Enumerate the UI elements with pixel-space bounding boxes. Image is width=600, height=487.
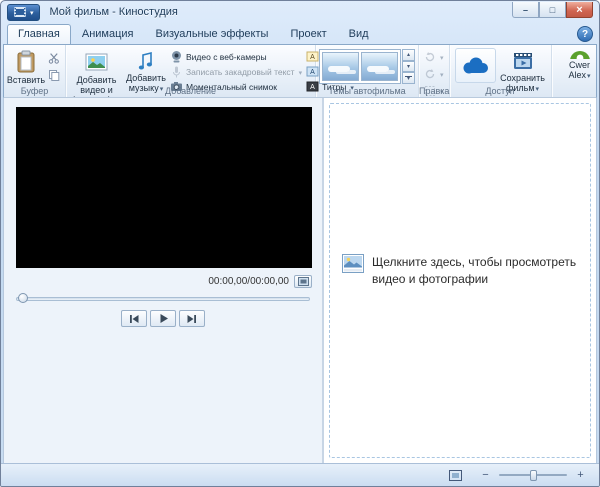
timecode: 00:00,00/00:00,00 (208, 276, 289, 287)
record-narration-button: Записать закадровый текст (168, 65, 304, 78)
fit-icon (449, 470, 462, 481)
add-music-button[interactable]: Добавить музыку (124, 47, 168, 84)
save-movie-button[interactable]: Сохранить фильм (498, 47, 548, 84)
titlebar: Мой фильм - Киностудия (1, 1, 599, 23)
fit-to-window-button[interactable] (447, 468, 464, 483)
app-menu-button[interactable] (7, 4, 40, 21)
clipboard-icon (16, 50, 36, 74)
tab-view[interactable]: Вид (338, 24, 380, 44)
webcam-icon (170, 50, 183, 63)
next-frame-button[interactable] (179, 310, 205, 327)
transport-controls (4, 310, 322, 327)
play-button[interactable] (150, 310, 176, 327)
seek-track (16, 297, 310, 301)
main-content: 00:00,00/00:00,00 (3, 98, 597, 463)
theme-thumbnail-2[interactable] (361, 52, 398, 81)
previous-frame-icon (128, 314, 140, 324)
dropdown-caret-icon (439, 69, 444, 79)
rotate-left-icon (424, 51, 436, 63)
ribbon-tab-row: Главная Анимация Визуальные эффекты Прое… (3, 23, 597, 44)
play-icon (158, 313, 169, 324)
svg-text:A: A (310, 69, 315, 76)
add-small-col-1: Видео с веб-камеры Записать закадровый т… (168, 47, 304, 84)
group-label-share: Доступ (450, 86, 551, 96)
theme-thumbnail-1[interactable] (322, 52, 359, 81)
gallery-scrollbar (402, 49, 415, 84)
svg-text:A: A (310, 54, 315, 61)
zoom-thumb[interactable] (530, 470, 537, 481)
cloud-icon (460, 55, 490, 77)
preview-pane: 00:00,00/00:00,00 (4, 98, 322, 463)
group-label-themes: Темы автофильма (316, 86, 418, 96)
add-video-button[interactable]: Добавить видео и фотографии (69, 47, 124, 84)
fullscreen-icon (298, 277, 309, 286)
group-account: Cwer Alex (552, 45, 597, 97)
account-name: Cwer Alex (559, 60, 597, 81)
caption-buttons (512, 2, 593, 18)
group-label-edit: Правка (419, 86, 449, 96)
statusbar: − + (1, 463, 599, 486)
webcam-video-button[interactable]: Видео с веб-камеры (168, 50, 304, 63)
film-icon (13, 6, 27, 18)
tab-project[interactable]: Проект (279, 24, 337, 44)
photo-icon (342, 254, 364, 273)
zoom-in-button[interactable]: + (572, 468, 589, 483)
gallery-expand-button[interactable] (402, 72, 415, 84)
seek-thumb[interactable] (18, 293, 28, 303)
rotate-left-button (422, 49, 446, 64)
time-row: 00:00,00/00:00,00 (16, 274, 312, 288)
zoom-slider[interactable] (499, 469, 567, 481)
window-title: Мой фильм - Киностудия (50, 6, 178, 18)
minimize-button[interactable] (512, 2, 539, 18)
rotate-right-icon (424, 68, 436, 80)
group-label-clipboard: Буфер (4, 86, 65, 96)
clipboard-small-buttons (45, 47, 62, 84)
ribbon: Вставить Буфер Добавить видео и фотограф… (3, 44, 597, 98)
copy-icon (48, 69, 60, 81)
account-button[interactable]: Cwer Alex (555, 47, 597, 84)
group-themes: Темы автофильма (316, 45, 419, 97)
paste-button[interactable]: Вставить (7, 47, 45, 84)
photo-video-icon (84, 50, 110, 74)
storyboard-dropzone[interactable]: Щелкните здесь, чтобы просмотреть видео … (329, 103, 591, 458)
tab-home[interactable]: Главная (7, 24, 71, 44)
storyboard-placeholder-text: Щелкните здесь, чтобы просмотреть видео … (372, 254, 600, 288)
cut-button[interactable] (45, 50, 62, 65)
scissors-icon (48, 52, 60, 64)
group-edit: Правка (419, 45, 450, 97)
storyboard-pane: Щелкните здесь, чтобы просмотреть видео … (324, 98, 596, 463)
copy-button[interactable] (45, 67, 62, 82)
paste-label: Вставить (7, 75, 45, 85)
app-window: Мой фильм - Киностудия Главная Анимация … (0, 0, 600, 487)
storyboard-placeholder[interactable]: Щелкните здесь, чтобы просмотреть видео … (342, 254, 600, 288)
gallery-scroll-down-button[interactable] (402, 61, 415, 73)
onedrive-button[interactable] (455, 48, 496, 83)
avatar-icon (569, 50, 591, 59)
dropdown-caret-icon (439, 52, 444, 62)
music-note-icon (136, 50, 156, 72)
seek-slider[interactable] (16, 294, 310, 304)
gallery-scroll-up-button[interactable] (402, 49, 415, 61)
video-preview[interactable] (16, 107, 312, 268)
dropdown-caret-icon (586, 70, 591, 80)
next-frame-icon (186, 314, 198, 324)
save-movie-icon (512, 50, 534, 72)
zoom-out-button[interactable]: − (477, 468, 494, 483)
dropdown-caret-icon (30, 6, 34, 18)
rotate-right-button (422, 66, 446, 81)
close-button[interactable] (566, 2, 593, 18)
themes-gallery (319, 49, 415, 84)
dropdown-caret-icon (298, 67, 303, 77)
group-share: Сохранить фильм Доступ (450, 45, 552, 97)
tab-animation[interactable]: Анимация (71, 24, 145, 44)
fullscreen-button[interactable] (294, 275, 312, 288)
group-add: Добавить видео и фотографии Добавить муз… (66, 45, 316, 97)
help-button[interactable] (577, 26, 593, 42)
previous-frame-button[interactable] (121, 310, 147, 327)
maximize-button[interactable] (539, 2, 566, 18)
tab-visual-effects[interactable]: Визуальные эффекты (145, 24, 280, 44)
microphone-icon (170, 65, 183, 78)
group-label-add: Добавление (66, 86, 315, 96)
group-clipboard: Вставить Буфер (4, 45, 66, 97)
